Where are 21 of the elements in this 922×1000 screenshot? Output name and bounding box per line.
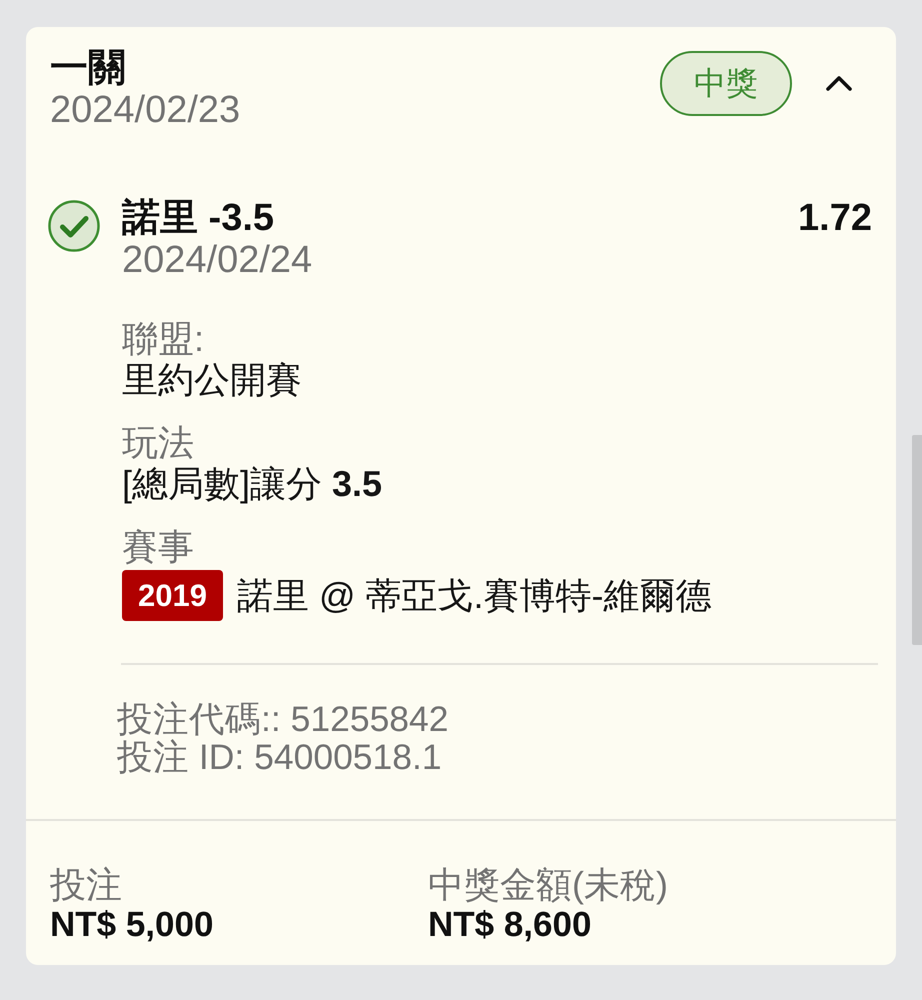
bet-reference-text: 投注代碼:: 51255842 bbox=[117, 700, 449, 738]
selection-title: 諾里 -3.5 bbox=[122, 196, 276, 240]
summary-label: 中獎金額(未稅) bbox=[428, 865, 668, 905]
summary-label: 投注 bbox=[50, 865, 122, 905]
detail-label: 聯盟: bbox=[122, 318, 204, 359]
detail-value: 諾里 @ 蒂亞戈.賽博特-維爾德 bbox=[236, 575, 712, 616]
event-tag: 2019 bbox=[122, 570, 223, 621]
detail-label: 賽事 bbox=[122, 526, 194, 567]
caret-up-icon[interactable] bbox=[826, 75, 852, 92]
status-badge: 中獎 bbox=[660, 51, 792, 116]
detail-label: 玩法 bbox=[122, 422, 194, 463]
detail-value: 里約公開賽 bbox=[122, 359, 302, 400]
event-date: 2024/02/24 bbox=[122, 240, 314, 280]
bet-type-title: 一關 bbox=[50, 46, 127, 90]
scrollbar-thumb[interactable] bbox=[912, 435, 922, 645]
bet-reference-text: 投注 ID: 54000518.1 bbox=[117, 738, 442, 776]
summary-amount: NT$ 5,000 bbox=[50, 905, 214, 945]
summary-amount: NT$ 8,600 bbox=[428, 905, 592, 945]
detail-value: [總局數]讓分 3.5 bbox=[122, 463, 382, 504]
bet-date: 2024/02/23 bbox=[50, 90, 240, 130]
odds-value: 1.72 bbox=[798, 196, 872, 241]
